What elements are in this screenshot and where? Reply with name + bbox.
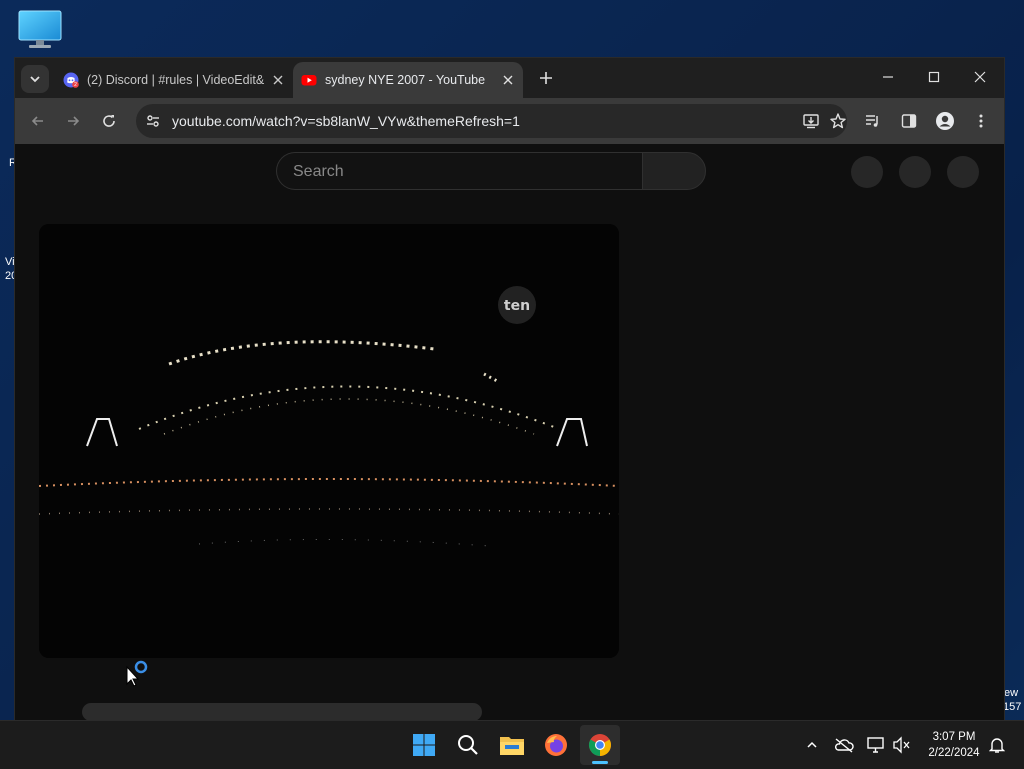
media-controls-button[interactable] bbox=[859, 107, 887, 135]
arrow-left-icon bbox=[31, 116, 43, 126]
tab-strip: 2 (2) Discord | #rules | VideoEdit& sydn… bbox=[15, 58, 1004, 98]
chrome-icon bbox=[589, 734, 611, 756]
minimize-icon bbox=[883, 76, 893, 78]
clock-date: 2/22/2024 bbox=[928, 747, 980, 759]
new-tab-button[interactable] bbox=[535, 67, 557, 89]
avatar[interactable] bbox=[947, 156, 979, 188]
reload-icon bbox=[103, 115, 115, 127]
firefox-icon bbox=[545, 734, 567, 756]
close-icon bbox=[974, 71, 986, 83]
video-watermark: ten bbox=[504, 298, 530, 314]
tab-youtube[interactable]: sydney NYE 2007 - YouTube bbox=[293, 62, 523, 98]
search-input[interactable]: Search bbox=[276, 152, 642, 190]
volume-tray-icon[interactable] bbox=[890, 733, 914, 757]
header-icon-placeholder[interactable] bbox=[899, 156, 931, 188]
close-window-button[interactable] bbox=[957, 58, 1003, 96]
volume-muted-icon bbox=[893, 736, 910, 754]
chrome-taskbar-button[interactable] bbox=[580, 725, 620, 765]
desktop-label-fragment: ew bbox=[1004, 687, 1019, 699]
video-player[interactable]: ten bbox=[39, 224, 619, 658]
bookmark-star-icon[interactable] bbox=[829, 112, 847, 130]
taskbar-clock[interactable]: 3:07 PM 2/22/2024 bbox=[918, 729, 990, 761]
more-vert-icon bbox=[979, 114, 983, 128]
horizontal-scrollbar[interactable] bbox=[82, 703, 482, 721]
forward-button[interactable] bbox=[59, 107, 87, 135]
tab-title: sydney NYE 2007 - YouTube bbox=[325, 73, 486, 87]
browser-toolbar: youtube.com/watch?v=sb8lanW_VYw&themeRef… bbox=[15, 98, 1004, 144]
site-settings-icon[interactable] bbox=[145, 113, 161, 129]
onedrive-tray-icon[interactable] bbox=[832, 733, 856, 757]
file-explorer-button[interactable] bbox=[492, 725, 532, 765]
back-button[interactable] bbox=[24, 107, 52, 135]
network-icon bbox=[867, 737, 884, 753]
chrome-window: 2 (2) Discord | #rules | VideoEdit& sydn… bbox=[14, 57, 1005, 722]
video-frame: ten bbox=[39, 224, 619, 658]
youtube-icon bbox=[301, 75, 317, 86]
maximize-icon bbox=[928, 71, 940, 83]
search-placeholder: Search bbox=[293, 163, 344, 180]
tab-search-button[interactable] bbox=[21, 65, 49, 93]
tab-close-button[interactable] bbox=[499, 71, 517, 89]
reload-button[interactable] bbox=[95, 107, 123, 135]
notifications-button[interactable] bbox=[985, 733, 1009, 757]
folder-icon bbox=[500, 737, 524, 755]
active-app-indicator bbox=[592, 761, 608, 764]
desktop-label-fragment: 157 bbox=[1003, 701, 1022, 713]
show-hidden-icons-button[interactable] bbox=[800, 733, 824, 757]
search-icon bbox=[458, 735, 478, 755]
taskbar: 3:07 PM 2/22/2024 bbox=[0, 720, 1024, 769]
install-app-icon[interactable] bbox=[802, 112, 820, 130]
tab-close-button[interactable] bbox=[269, 71, 287, 89]
profile-icon bbox=[936, 112, 954, 130]
chrome-menu-button[interactable] bbox=[967, 107, 995, 135]
side-panel-icon bbox=[901, 114, 917, 128]
start-button[interactable] bbox=[404, 725, 444, 765]
tab-badge-count: 2 bbox=[74, 82, 77, 88]
windows-logo-icon bbox=[413, 734, 435, 756]
firefox-button[interactable] bbox=[536, 725, 576, 765]
busy-cursor-icon bbox=[126, 660, 148, 687]
cloud-off-icon bbox=[834, 738, 854, 753]
chevron-up-icon bbox=[807, 741, 817, 748]
profile-button[interactable] bbox=[931, 107, 959, 135]
search-taskbar-button[interactable] bbox=[448, 725, 488, 765]
discord-icon: 2 bbox=[63, 72, 79, 88]
maximize-button[interactable] bbox=[911, 58, 957, 96]
url-text[interactable]: youtube.com/watch?v=sb8lanW_VYw&themeRef… bbox=[172, 113, 520, 129]
desktop-this-pc-icon[interactable] bbox=[18, 10, 62, 50]
arrow-right-icon bbox=[68, 116, 80, 126]
tab-discord[interactable]: 2 (2) Discord | #rules | VideoEdit& bbox=[55, 62, 293, 98]
header-icon-placeholder[interactable] bbox=[851, 156, 883, 188]
close-icon bbox=[273, 75, 283, 85]
side-panel-button[interactable] bbox=[895, 107, 923, 135]
chevron-down-icon bbox=[30, 76, 40, 83]
minimize-button[interactable] bbox=[865, 58, 911, 96]
clock-time: 3:07 PM bbox=[932, 731, 976, 743]
youtube-page: Search ten bbox=[15, 144, 1004, 721]
search-button[interactable] bbox=[642, 152, 706, 190]
media-queue-icon bbox=[866, 115, 878, 127]
network-tray-icon[interactable] bbox=[864, 733, 888, 757]
plus-icon bbox=[540, 72, 552, 84]
tab-title: (2) Discord | #rules | VideoEdit& bbox=[87, 73, 265, 87]
close-icon bbox=[503, 75, 513, 85]
bell-icon bbox=[989, 738, 1005, 753]
address-bar[interactable]: youtube.com/watch?v=sb8lanW_VYw&themeRef… bbox=[136, 104, 847, 138]
